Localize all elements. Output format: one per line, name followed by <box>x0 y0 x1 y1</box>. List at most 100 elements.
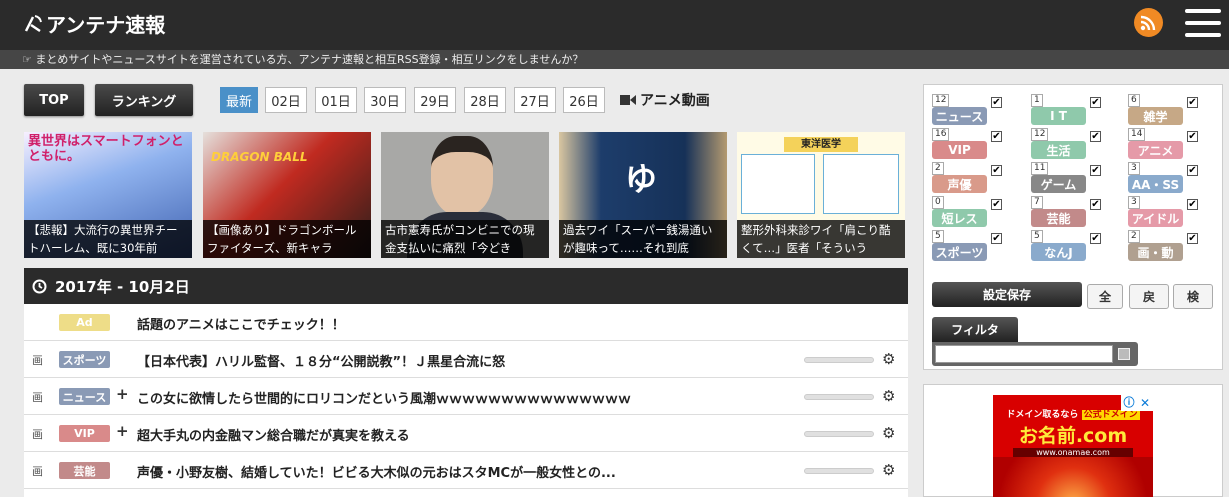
filter-input[interactable] <box>935 345 1113 363</box>
all-button[interactable]: 全 <box>1087 284 1123 309</box>
gear-icon[interactable]: ⚙ <box>882 461 895 479</box>
rss-button[interactable] <box>1134 8 1163 37</box>
category-filter-vip[interactable]: 16 VIP ✔ <box>932 128 1028 159</box>
clock-icon <box>32 279 47 293</box>
article-title[interactable]: 【日本代表】ハリル監督、１８分“公開説教”！Ｊ黒星合流に怒 <box>137 351 505 370</box>
date-27[interactable]: 27日 <box>514 87 556 113</box>
plus-icon[interactable]: + <box>116 422 129 440</box>
article-title[interactable]: 声優・小野友樹、結婚していた！ビビる大木似の元おはスタMCが一般女性との... <box>137 462 616 481</box>
category-label: 芸能 <box>1031 209 1086 227</box>
ad-brand: お名前.com <box>1018 425 1128 447</box>
image-flag: 画 <box>32 354 43 367</box>
category-filter-geino[interactable]: 7 芸能 ✔ <box>1031 196 1127 227</box>
list-item[interactable]: 画 VIP + 超大手丸の内金融マン総合職だが真実を教える ⚙ <box>24 415 908 452</box>
category-filter-trivia[interactable]: 6 雑学 ✔ <box>1128 94 1224 125</box>
thumb-card[interactable]: 異世界はスマートフォンとともに。 【悲報】大流行の異世界チートハーレム、既に30… <box>24 132 192 258</box>
rss-icon <box>1140 15 1156 31</box>
thumb-caption: 【画像あり】ドラゴンボールファイターズ、新キャラ <box>203 220 371 258</box>
illust-box <box>741 154 815 214</box>
article-list: Ad 話題のアニメはここでチェック！！ 画 スポーツ 【日本代表】ハリル監督、１… <box>24 304 908 497</box>
category-checkbox[interactable]: ✔ <box>991 233 1002 244</box>
header: アンテナ速報 <box>0 0 1229 50</box>
category-checkbox[interactable]: ✔ <box>1187 233 1198 244</box>
save-settings-button[interactable]: 設定保存 <box>932 282 1082 307</box>
category-checkbox[interactable]: ✔ <box>1187 131 1198 142</box>
gear-icon[interactable]: ⚙ <box>882 424 895 442</box>
category-filter-anime[interactable]: 14 アニメ ✔ <box>1128 128 1224 159</box>
check-button[interactable]: 検 <box>1173 284 1213 309</box>
category-label: 画・動 <box>1128 243 1183 261</box>
category-filter-sports[interactable]: 5 スポーツ ✔ <box>932 230 1028 261</box>
category-checkbox[interactable]: ✔ <box>1090 233 1101 244</box>
list-item[interactable]: Ad 話題のアニメはここでチェック！！ <box>24 304 908 341</box>
plus-icon[interactable]: + <box>116 385 129 403</box>
top-button[interactable]: TOP <box>24 84 84 116</box>
article-title[interactable]: 超大手丸の内金融マン総合職だが真実を教える <box>137 425 410 444</box>
category-label: スポーツ <box>932 243 987 261</box>
list-item[interactable]: 画 スポーツ 【日本代表】ハリル監督、１８分“公開説教”！Ｊ黒星合流に怒 ⚙ <box>24 341 908 378</box>
category-filter-it[interactable]: 1 I T ✔ <box>1031 94 1127 125</box>
gear-icon[interactable]: ⚙ <box>882 350 895 368</box>
category-checkbox[interactable]: ✔ <box>1187 199 1198 210</box>
site-logo[interactable]: アンテナ速報 <box>22 9 165 38</box>
category-filter-life[interactable]: 12 生活 ✔ <box>1031 128 1127 159</box>
thumb-image-text: DRAGON BALL <box>211 150 308 164</box>
category-filter-media[interactable]: 2 画・動 ✔ <box>1128 230 1224 261</box>
back-button[interactable]: 戻 <box>1129 284 1169 309</box>
category-checkbox[interactable]: ✔ <box>991 165 1002 176</box>
category-checkbox[interactable]: ✔ <box>1090 165 1101 176</box>
date-29[interactable]: 29日 <box>414 87 456 113</box>
thumbs-up-icon: ☞ <box>22 53 36 66</box>
date-30[interactable]: 30日 <box>364 87 406 113</box>
menu-icon[interactable] <box>1185 9 1221 37</box>
category-filter-game[interactable]: 11 ゲーム ✔ <box>1031 162 1127 193</box>
thumb-card[interactable]: DRAGON BALL 【画像あり】ドラゴンボールファイターズ、新キャラ <box>203 132 371 258</box>
notice-bar[interactable]: ☞ まとめサイトやニュースサイトを運営されている方、アンテナ速報と相互RSS登録… <box>0 50 1229 69</box>
list-item[interactable]: 画 芸能 声優・小野友樹、結婚していた！ビビる大木似の元おはスタMCが一般女性と… <box>24 452 908 489</box>
thumb-caption: 古市憲寿氏がコンビニでの現金支払いに痛烈「今どき <box>381 220 549 258</box>
ad-line1: ドメイン取るなら <box>1006 410 1079 420</box>
filter-tab[interactable]: フィルタ <box>932 317 1018 342</box>
image-flag: 画 <box>32 465 43 478</box>
category-label: アイドル <box>1128 209 1183 227</box>
thumb-card[interactable]: ゆ 過去ワイ「スーパー銭湯通いが趣味って……それ到底 <box>559 132 727 258</box>
date-02[interactable]: 02日 <box>265 87 307 113</box>
popularity-bar <box>804 357 874 363</box>
article-title[interactable]: この女に欲情したら世間的にロリコンだという風潮ｗｗｗｗｗｗｗｗｗｗｗｗｗｗｗ <box>137 388 631 407</box>
thumb-card[interactable]: 古市憲寿氏がコンビニでの現金支払いに痛烈「今どき <box>381 132 549 258</box>
category-filter-news[interactable]: 12 ニュース ✔ <box>932 94 1028 125</box>
article-title[interactable]: 話題のアニメはここでチェック！！ <box>137 314 345 333</box>
date-28[interactable]: 28日 <box>464 87 506 113</box>
category-checkbox[interactable]: ✔ <box>991 199 1002 210</box>
anime-video-link[interactable]: アニメ動画 <box>620 90 710 110</box>
category-label: AA・SS <box>1128 175 1183 193</box>
category-checkbox[interactable]: ✔ <box>991 131 1002 142</box>
filter-apply-icon[interactable] <box>1118 348 1130 360</box>
category-filter-voice-actor[interactable]: 2 声優 ✔ <box>932 162 1028 193</box>
close-icon[interactable]: ✕ <box>1137 395 1153 411</box>
category-filter-idol[interactable]: 3 アイドル ✔ <box>1128 196 1224 227</box>
ad-url: www.onamae.com <box>1013 448 1133 457</box>
ranking-button[interactable]: ランキング <box>95 84 193 116</box>
category-checkbox[interactable]: ✔ <box>1090 131 1101 142</box>
category-filter-short[interactable]: 0 短レス ✔ <box>932 196 1028 227</box>
date-26[interactable]: 26日 <box>563 87 605 113</box>
thumb-card[interactable]: 東洋医学 整形外科来診ワイ「肩こり酷くて…」医者「そういう <box>737 132 905 258</box>
category-checkbox[interactable]: ✔ <box>1090 97 1101 108</box>
category-filter-aa-ss[interactable]: 3 AA・SS ✔ <box>1128 162 1224 193</box>
info-icon[interactable]: ⓘ <box>1121 395 1137 411</box>
date-latest[interactable]: 最新 <box>220 87 258 113</box>
category-checkbox[interactable]: ✔ <box>1187 97 1198 108</box>
thumb-caption: 整形外科来診ワイ「肩こり酷くて…」医者「そういう <box>737 220 905 258</box>
category-badge: 芸能 <box>59 462 110 479</box>
category-filter-nanj[interactable]: 5 なんJ ✔ <box>1031 230 1127 261</box>
category-checkbox[interactable]: ✔ <box>991 97 1002 108</box>
category-count: 5 <box>1031 230 1043 243</box>
category-checkbox[interactable]: ✔ <box>1090 199 1101 210</box>
gear-icon[interactable]: ⚙ <box>882 387 895 405</box>
category-checkbox[interactable]: ✔ <box>1187 165 1198 176</box>
ad-banner[interactable]: ドメイン取るなら 公式ドメイン お名前.com www.onamae.com ⓘ… <box>993 395 1153 497</box>
category-settings-panel: 12 ニュース ✔ 1 I T ✔ 6 雑学 ✔ 16 VIP ✔ 12 生活 … <box>923 84 1223 370</box>
list-item[interactable]: 画 ニュース + この女に欲情したら世間的にロリコンだという風潮ｗｗｗｗｗｗｗｗ… <box>24 378 908 415</box>
date-01[interactable]: 01日 <box>315 87 357 113</box>
